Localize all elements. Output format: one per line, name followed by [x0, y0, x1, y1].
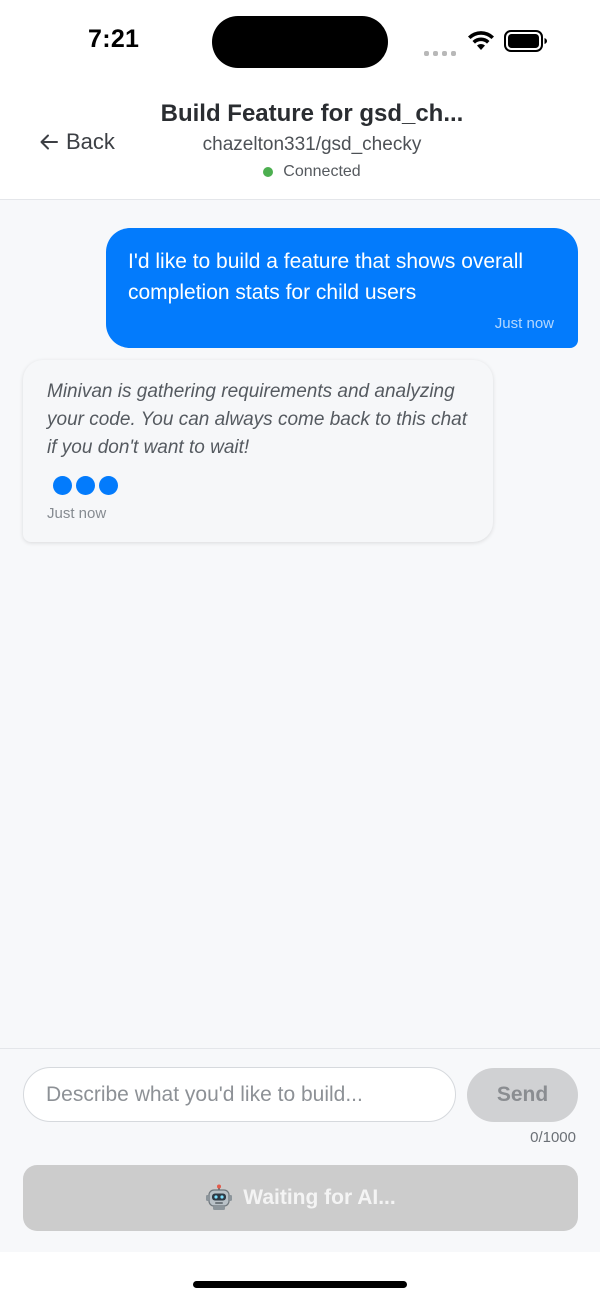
- battery-icon: [504, 30, 547, 52]
- wifi-icon: [468, 31, 494, 50]
- typing-dot: [76, 476, 95, 495]
- status-time: 7:21: [88, 25, 140, 53]
- dynamic-island: [212, 16, 388, 68]
- home-indicator[interactable]: [193, 1281, 407, 1288]
- robot-icon: [206, 1184, 233, 1210]
- typing-indicator: [53, 476, 469, 495]
- message-composer: Send 0/1000 Waiting for AI...: [0, 1048, 600, 1252]
- home-area: [0, 1252, 600, 1300]
- chat-header: Back Build Feature for gsd_ch... chazelt…: [0, 82, 600, 200]
- typing-dot: [99, 476, 118, 495]
- status-bar: 7:21: [0, 0, 600, 82]
- page-title: Build Feature for gsd_ch...: [160, 100, 464, 127]
- send-button[interactable]: Send: [467, 1068, 578, 1122]
- signal-icon: [424, 38, 456, 56]
- user-message-time: Just now: [494, 315, 554, 332]
- assistant-message-text: Minivan is gathering requirements and an…: [47, 381, 467, 458]
- connection-status-label: Connected: [283, 163, 361, 180]
- chat-message-list[interactable]: I'd like to build a feature that shows o…: [0, 200, 600, 1048]
- repository-name: chazelton331/gsd_checky: [202, 134, 422, 155]
- waiting-for-ai-button[interactable]: Waiting for AI...: [23, 1165, 578, 1231]
- message-input[interactable]: [23, 1067, 456, 1122]
- user-message-bubble: I'd like to build a feature that shows o…: [106, 228, 578, 348]
- assistant-message-bubble: Minivan is gathering requirements and an…: [23, 360, 493, 542]
- character-count: 0/1000: [530, 1129, 576, 1146]
- assistant-message-time: Just now: [47, 505, 107, 522]
- status-dot-icon: [263, 167, 274, 177]
- user-message-text: I'd like to build a feature that shows o…: [128, 250, 524, 304]
- connection-status: Connected: [0, 163, 600, 181]
- waiting-label: Waiting for AI...: [243, 1186, 396, 1209]
- typing-dot: [53, 476, 72, 495]
